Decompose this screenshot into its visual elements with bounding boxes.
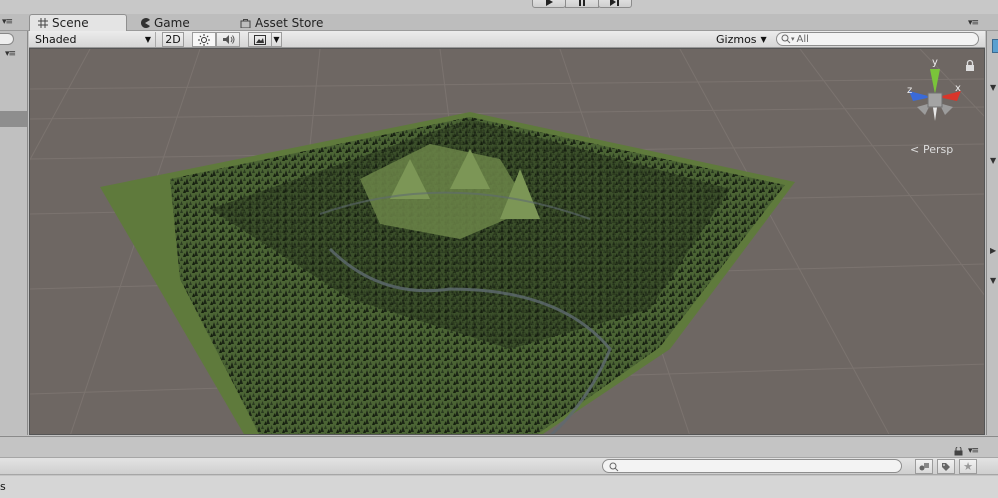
scene-lighting-toggle[interactable] bbox=[192, 32, 216, 47]
expand-arrow-icon[interactable]: ▼ bbox=[990, 156, 996, 165]
play-icon bbox=[546, 0, 553, 6]
expand-arrow-icon[interactable]: ▼ bbox=[990, 83, 996, 92]
hierarchy-panel-edge: ▾≡ bbox=[0, 31, 28, 435]
gizmo-z-label: z bbox=[907, 85, 912, 96]
terrain bbox=[100, 112, 795, 434]
inspector-object-icon bbox=[992, 39, 998, 53]
image-icon bbox=[254, 34, 266, 45]
projection-label: Persp bbox=[923, 143, 953, 156]
project-search-icon bbox=[609, 462, 619, 472]
pause-icon bbox=[579, 0, 585, 6]
tab-game-label: Game bbox=[154, 15, 190, 30]
gizmos-label: Gizmos bbox=[716, 33, 757, 46]
panel-menu-icon[interactable]: ▾≡ bbox=[2, 17, 13, 27]
pacman-icon bbox=[141, 17, 150, 28]
project-search-input[interactable] bbox=[602, 459, 902, 473]
favorites-button[interactable]: ★ bbox=[959, 459, 977, 474]
scene-search-input[interactable]: ▾ All bbox=[776, 32, 979, 46]
scene-effects-dropdown[interactable] bbox=[248, 32, 272, 47]
search-filter-chevron-icon: ▾ bbox=[791, 35, 795, 43]
sun-icon bbox=[198, 33, 210, 46]
step-button[interactable] bbox=[598, 0, 632, 8]
inspector-panel-edge: ▼ ▼ ▶ ▼ bbox=[986, 31, 998, 435]
projection-toggle[interactable]: < Persp bbox=[910, 143, 953, 156]
mode-2d-label: 2D bbox=[165, 33, 181, 46]
left-search-input[interactable] bbox=[0, 33, 14, 45]
effects-chevron-down-icon[interactable]: ▼ bbox=[271, 32, 282, 47]
gizmos-dropdown[interactable]: Gizmos ▼ bbox=[712, 32, 767, 47]
star-icon: ★ bbox=[963, 460, 973, 473]
scene-render: y x z < Persp bbox=[30, 49, 984, 434]
tab-asset-store[interactable]: Asset Store bbox=[232, 14, 331, 31]
filter-by-label-button[interactable] bbox=[937, 459, 955, 474]
bottom-lock-icon[interactable] bbox=[954, 447, 963, 456]
collapse-arrow-icon[interactable]: ▶ bbox=[990, 246, 996, 255]
search-placeholder: All bbox=[796, 33, 809, 45]
scene-panel-menu-icon[interactable]: ▾≡ bbox=[968, 18, 979, 28]
search-icon bbox=[781, 34, 791, 44]
lock-icon[interactable] bbox=[966, 59, 974, 72]
status-row: s bbox=[0, 476, 998, 498]
speaker-icon bbox=[222, 35, 234, 44]
hash-grid-icon bbox=[38, 18, 48, 28]
shading-mode-value: Shaded bbox=[35, 33, 77, 46]
gizmo-x-label: x bbox=[955, 83, 961, 94]
expand-arrow-icon[interactable]: ▼ bbox=[990, 276, 996, 285]
bottom-panel-menu-icon[interactable]: ▾≡ bbox=[968, 446, 979, 456]
play-button[interactable] bbox=[532, 0, 566, 8]
left-panel-header: ▾≡ bbox=[0, 14, 28, 31]
scene-audio-toggle[interactable] bbox=[216, 32, 240, 47]
shading-mode-dropdown[interactable]: Shaded ▼ bbox=[31, 32, 156, 47]
tab-asset-store-label: Asset Store bbox=[255, 15, 324, 30]
axis-gizmo[interactable]: y x z bbox=[907, 57, 961, 121]
scene-toolbar: Shaded ▼ 2D ▼ Gizmos ▼ ▾ All bbox=[29, 31, 985, 48]
perspective-icon: < bbox=[910, 143, 919, 156]
tab-scene[interactable]: Scene bbox=[29, 14, 127, 31]
status-text: s bbox=[0, 480, 6, 493]
mode-2d-toggle[interactable]: 2D bbox=[162, 32, 184, 47]
gizmo-y-label: y bbox=[932, 57, 938, 68]
top-strip bbox=[0, 0, 998, 14]
left-panel-menu-icon[interactable]: ▾≡ bbox=[5, 49, 16, 59]
gizmos-chevron-down-icon: ▼ bbox=[760, 35, 767, 44]
pause-button[interactable] bbox=[565, 0, 599, 8]
tag-icon bbox=[942, 462, 950, 471]
play-controls bbox=[532, 0, 632, 8]
selected-hierarchy-row[interactable] bbox=[0, 111, 27, 127]
shapes-icon bbox=[919, 462, 929, 470]
project-toolbar: ★ bbox=[0, 457, 998, 475]
tab-bar: ▾≡ Scene Game Asset Store ▾≡ bbox=[0, 14, 998, 31]
chevron-down-icon: ▼ bbox=[144, 35, 151, 44]
filter-by-type-button[interactable] bbox=[915, 459, 933, 474]
step-icon bbox=[610, 0, 619, 6]
tab-scene-label: Scene bbox=[52, 16, 89, 30]
scene-viewport[interactable]: y x z < Persp bbox=[29, 48, 985, 435]
shopping-bag-icon bbox=[240, 18, 251, 28]
tab-game[interactable]: Game bbox=[132, 14, 198, 31]
